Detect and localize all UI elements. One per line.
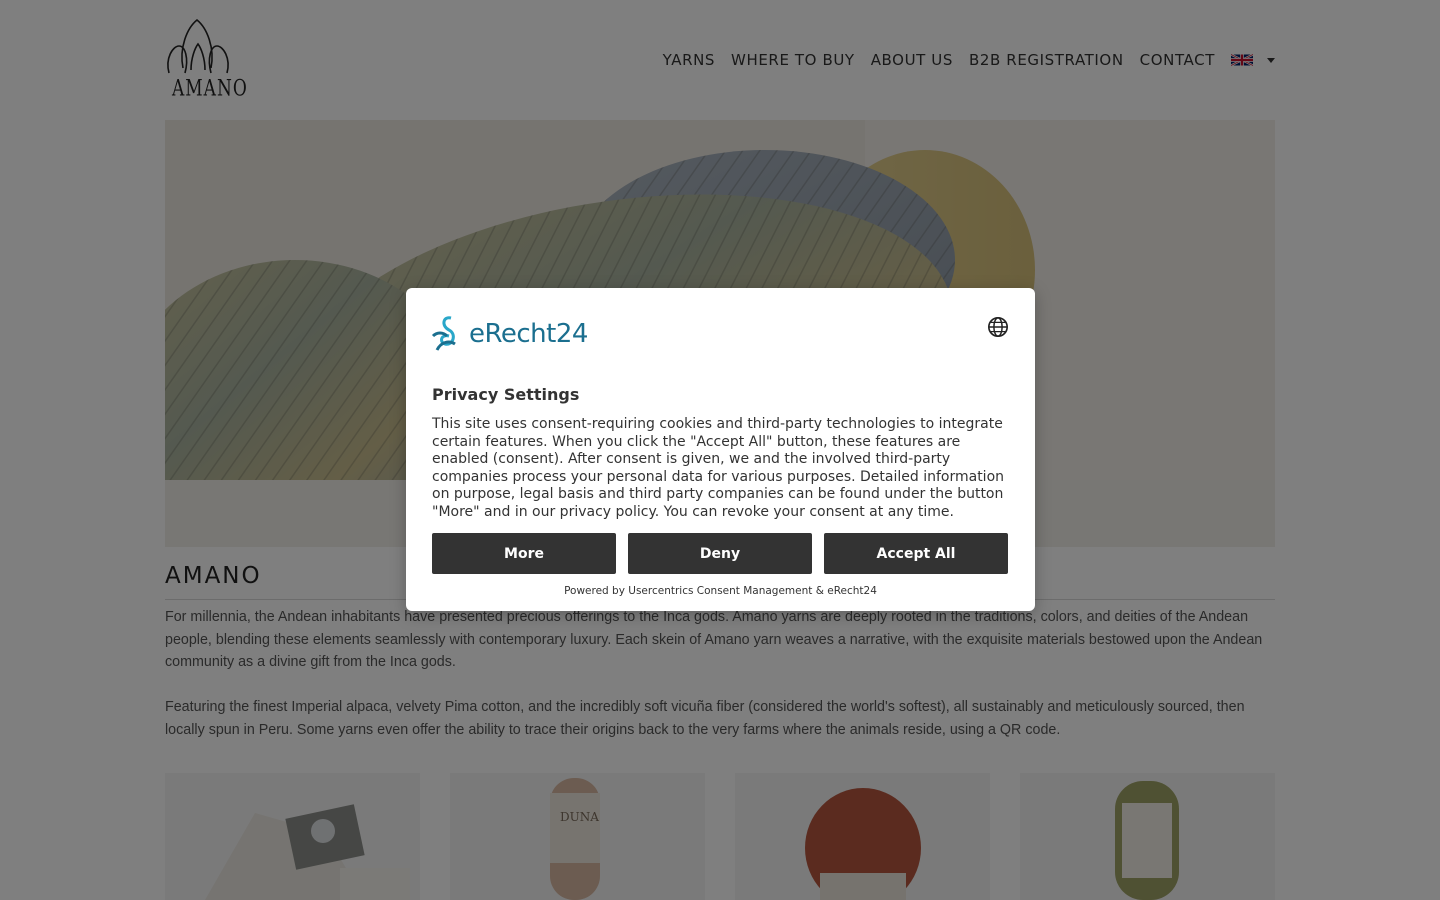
deny-button[interactable]: Deny: [628, 533, 812, 574]
powered-by-text: Powered by Usercentrics Consent Manageme…: [564, 585, 877, 597]
dialog-description: This site uses consent-requiring cookies…: [432, 416, 1005, 520]
privacy-settings-dialog: eRecht24 Privacy Settings This site uses…: [406, 288, 1035, 611]
accept-all-button[interactable]: Accept All: [824, 533, 1008, 574]
dialog-title: Privacy Settings: [432, 385, 580, 404]
brand-name: eRecht24: [469, 319, 588, 349]
language-globe-icon[interactable]: [987, 316, 1009, 338]
erecht24-logo: eRecht24: [431, 314, 588, 354]
more-button[interactable]: More: [432, 533, 616, 574]
erecht24-logo-mark: [431, 316, 456, 351]
